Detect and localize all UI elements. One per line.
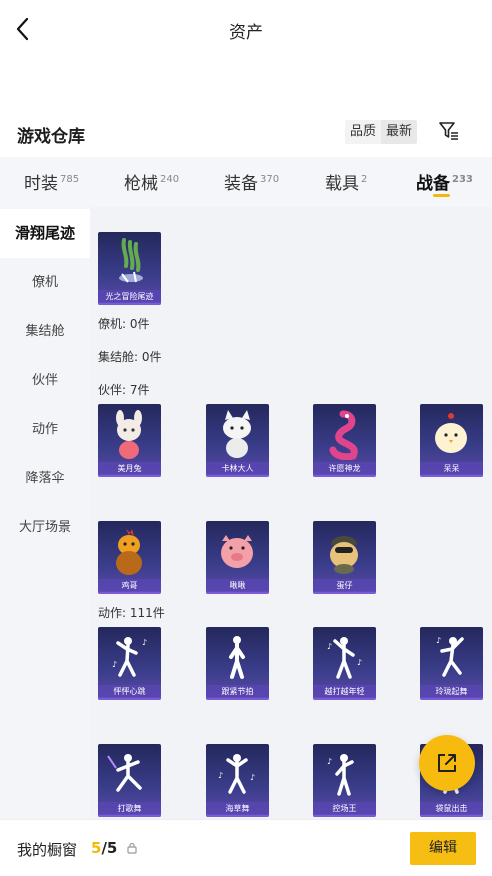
tab-count: 240 <box>160 174 180 185</box>
item-card[interactable]: 卡林大人 <box>206 404 269 477</box>
item-name: 怦怦心跳 <box>98 685 161 698</box>
item-name: 鸡哥 <box>98 579 161 592</box>
sidebar-item-emote[interactable]: 动作 <box>0 405 90 454</box>
sort-toggle: 品质 最新 <box>345 120 418 144</box>
tab-guns[interactable]: 枪械 240 <box>124 169 179 194</box>
item-card[interactable]: 啾啾 <box>206 521 269 594</box>
category-tabs: 时装 785 枪械 240 装备 370 载具 2 战备 233 <box>0 157 492 207</box>
dancer-emote-icon: ♪♪ <box>218 754 255 794</box>
chick-partner-icon <box>435 413 467 453</box>
dancer-emote-icon <box>107 754 142 792</box>
top-bar: 资产 <box>0 0 492 58</box>
item-name: 卡林大人 <box>206 462 269 475</box>
tab-count: 233 <box>452 174 473 185</box>
showcase-bar: 我的橱窗 5/5 编辑 <box>0 819 492 876</box>
active-tab-indicator <box>433 194 450 197</box>
wingman-count-label: 僚机: 0件 <box>98 317 150 331</box>
item-card[interactable]: 鸡哥 <box>98 521 161 594</box>
tab-fashion[interactable]: 时装 785 <box>24 169 79 194</box>
item-name: 跟紧节拍 <box>206 685 269 698</box>
item-name: 许愿神龙 <box>313 462 376 475</box>
sidebar-item-lobby-scene[interactable]: 大厅场景 <box>0 503 90 552</box>
item-grid: 光之冒险尾迹 僚机: 0件 集结舱: 0件 伙伴: 7件 美月兔 卡林大人 许愿… <box>90 207 492 819</box>
egg-soldier-partner-icon <box>330 536 358 574</box>
item-name: 呆呆 <box>420 462 483 475</box>
warehouse-header: 游戏仓库 品质 最新 <box>0 112 492 152</box>
tab-count: 2 <box>361 174 368 185</box>
item-name: 控场王 <box>313 802 376 815</box>
pig-partner-icon <box>221 535 253 568</box>
capsule-count-label: 集结舱: 0件 <box>98 350 162 364</box>
tab-war-prep[interactable]: 战备 233 <box>416 169 473 194</box>
showcase-count: 5/5 <box>91 839 117 857</box>
item-name: 玲珑起舞 <box>420 685 483 698</box>
item-name: 越打越年轻 <box>313 685 376 698</box>
sidebar-item-partner[interactable]: 伙伴 <box>0 356 90 405</box>
item-name: 袋鼠出击 <box>420 802 483 815</box>
item-name: 打歌舞 <box>98 802 161 815</box>
svg-text:♪: ♪ <box>112 660 117 669</box>
showcase-label: 我的橱窗 <box>17 841 78 859</box>
item-card[interactable]: 跟紧节拍 <box>206 627 269 700</box>
edit-button[interactable]: 编辑 <box>410 832 476 865</box>
page-title: 资产 <box>229 23 263 43</box>
item-name: 光之冒险尾迹 <box>98 290 161 303</box>
lock-icon <box>127 842 137 854</box>
item-card[interactable]: ♪ ♪ 海草舞 <box>206 744 269 817</box>
item-card[interactable]: ♪ ♪ 怦怦心跳 <box>98 627 161 700</box>
showcase-current: 5 <box>91 839 102 857</box>
item-card[interactable]: ♪ ♪ 越打越年轻 <box>313 627 376 700</box>
showcase-total: /5 <box>101 839 118 857</box>
item-card[interactable]: ♪ 玲珑起舞 <box>420 627 483 700</box>
item-card[interactable]: 许愿神龙 <box>313 404 376 477</box>
item-name: 海草舞 <box>206 802 269 815</box>
rooster-partner-icon <box>116 529 142 575</box>
sort-latest-button[interactable]: 最新 <box>381 120 418 144</box>
item-card[interactable]: ♪ 控场王 <box>313 744 376 817</box>
svg-text:♪: ♪ <box>327 642 332 651</box>
sidebar-item-wingman[interactable]: 僚机 <box>0 258 90 307</box>
tab-equipment[interactable]: 装备 370 <box>224 169 279 194</box>
svg-text:♪: ♪ <box>436 636 441 645</box>
svg-text:♪: ♪ <box>142 638 147 647</box>
partner-count-label: 伙伴: 7件 <box>98 383 150 397</box>
item-name: 蛋仔 <box>313 579 376 592</box>
tab-count: 370 <box>260 174 280 185</box>
filter-icon[interactable] <box>436 118 462 144</box>
share-icon <box>438 754 456 772</box>
bunny-partner-icon <box>116 410 142 459</box>
tab-vehicles[interactable]: 载具 2 <box>325 169 367 194</box>
emote-count-label: 动作: 111件 <box>98 606 165 620</box>
item-card[interactable]: 光之冒险尾迹 <box>98 232 161 305</box>
dancer-emote-icon: ♪ <box>436 636 464 677</box>
dancer-emote-icon: ♪♪ <box>112 637 147 677</box>
dancer-emote-icon <box>229 636 245 679</box>
item-card[interactable]: 蛋仔 <box>313 521 376 594</box>
dancer-emote-icon: ♪♪ <box>327 637 362 679</box>
svg-text:♪: ♪ <box>218 771 223 780</box>
glide-trail-icon <box>119 238 143 283</box>
tab-count: 785 <box>60 174 80 185</box>
svg-text:♪: ♪ <box>327 757 332 766</box>
sidebar-item-parachute[interactable]: 降落伞 <box>0 454 90 503</box>
sidebar-item-capsule[interactable]: 集结舱 <box>0 307 90 356</box>
share-button[interactable] <box>419 735 475 791</box>
cat-partner-icon <box>223 410 251 458</box>
warehouse-title: 游戏仓库 <box>17 127 85 147</box>
sidebar-item-glide-trail[interactable]: 滑翔尾迹 <box>0 209 90 258</box>
svg-text:♪: ♪ <box>250 773 255 782</box>
item-card[interactable]: 打歌舞 <box>98 744 161 817</box>
item-name: 美月兔 <box>98 462 161 475</box>
svg-text:♪: ♪ <box>357 658 362 667</box>
category-sidebar: 滑翔尾迹 僚机 集结舱 伙伴 动作 降落伞 大厅场景 <box>0 207 90 819</box>
sort-quality-button[interactable]: 品质 <box>345 120 382 144</box>
item-card[interactable]: 美月兔 <box>98 404 161 477</box>
item-name: 啾啾 <box>206 579 269 592</box>
dancer-emote-icon: ♪ <box>327 754 354 796</box>
dragon-partner-icon <box>329 410 358 460</box>
item-card[interactable]: 呆呆 <box>420 404 483 477</box>
